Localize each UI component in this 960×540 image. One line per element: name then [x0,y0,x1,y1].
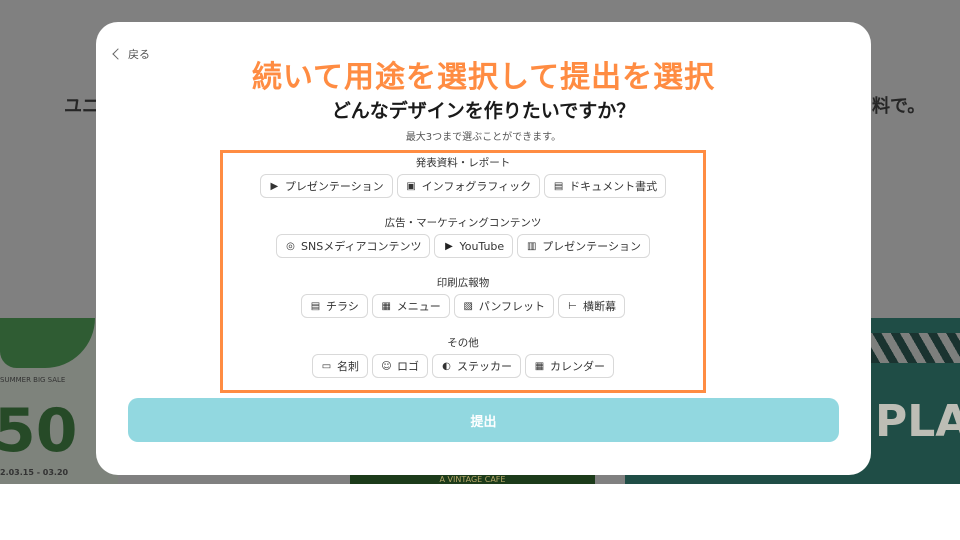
option-label: メニュー [396,300,441,313]
option-label: 名刺 [337,360,359,373]
youtube-icon: ▶ [445,240,453,252]
instruction-annotation: 続いて用途を選択して提出を選択 [251,60,716,95]
modal-subtitle: 最大3つまで選ぶことができます。 [405,132,562,143]
background-text-right: 料で。 [872,96,926,117]
options-highlight-box: 発表資料・レポート ▶ プレゼンテーション ▣ インフォグラフィック ▤ ドキュメント書式広… [220,150,706,393]
option-button[interactable]: ▧ パンフレット [453,294,554,318]
option-button[interactable]: ◎ SNSメディアコンテンツ [276,234,431,258]
category-group: 広告・マーケティングコンテンツ ◎ SNSメディアコンテンツ ▶ YouTube ▥ プレゼ… [223,216,703,258]
option-row: ◎ SNSメディアコンテンツ ▶ YouTube ▥ プレゼンテーション [223,234,703,258]
option-label: チラシ [325,300,359,313]
pamphlet-icon: ▧ [463,300,473,312]
design-purpose-modal: 戻る 続いて用途を選択して提出を選択 どんなデザインを作りたいですか？ 最大3つ… [96,22,871,475]
option-button[interactable]: ▤ チラシ [300,294,368,318]
thumb-date-text: 2.03.15 - 03.20 [0,468,69,477]
option-label: ドキュメント書式 [569,180,658,193]
option-label: プレゼンテーション [542,240,641,253]
thumb-percent-text: 50 [0,396,78,466]
presentation-icon: ▥ [526,240,537,252]
category-group: 印刷広報物 ▤ チラシ ▦ メニュー ▧ パンフレット ⊢ 横断幕 [223,276,703,318]
thumb-plan-text: PLAN [875,396,960,447]
smile-icon: ☺ [381,360,392,372]
flyer-icon: ▤ [310,300,321,312]
category-label: 発表資料・レポート [415,157,511,169]
document-icon: ▤ [553,180,564,192]
banner-icon: ⊢ [568,300,577,312]
option-button[interactable]: ▦ カレンダー [525,354,614,378]
sticker-icon: ◐ [442,360,451,372]
option-label: カレンダー [550,360,605,373]
background-text-left: ユニ [64,96,100,117]
option-button[interactable]: ▦ メニュー [371,294,450,318]
category-group: 発表資料・レポート ▶ プレゼンテーション ▣ インフォグラフィック ▤ ドキュメント書式 [223,156,703,198]
option-button[interactable]: ▭ 名刺 [312,354,368,378]
option-button[interactable]: ▶ YouTube [434,234,514,258]
option-button[interactable]: ▥ プレゼンテーション [517,234,650,258]
option-label: パンフレット [478,300,545,313]
option-button[interactable]: ▣ インフォグラフィック [396,174,541,198]
menu-icon: ▦ [381,300,391,312]
option-button[interactable]: ▤ ドキュメント書式 [544,174,667,198]
category-group: その他 ▭ 名刺 ☺ ロゴ ◐ ステッカー ▦ カレンダー [223,336,703,378]
template-thumbnail-cafe: A VINTAGE CAFE [350,475,595,484]
thumb-sale-text: SUMMER BIG SALE [0,376,66,384]
calendar-icon: ▦ [534,360,545,372]
option-button[interactable]: ▶ プレゼンテーション [259,174,393,198]
option-label: ロゴ [397,360,419,373]
option-button[interactable]: ☺ ロゴ [372,354,428,378]
category-label: 印刷広報物 [436,277,490,289]
instagram-icon: ◎ [286,240,295,252]
option-label: プレゼンテーション [284,180,384,193]
option-button[interactable]: ⊢ 横断幕 [558,294,625,318]
option-label: 横断幕 [583,300,616,313]
option-row: ▶ プレゼンテーション ▣ インフォグラフィック ▤ ドキュメント書式 [223,174,703,198]
category-label: その他 [447,337,479,349]
submit-button[interactable]: 提出 [128,398,839,442]
option-row: ▤ チラシ ▦ メニュー ▧ パンフレット ⊢ 横断幕 [223,294,703,318]
option-label: YouTube [459,239,505,253]
option-label: インフォグラフィック [421,180,532,193]
option-label: SNSメディアコンテンツ [301,240,422,253]
modal-title: どんなデザインを作りたいですか？ [331,100,636,122]
option-row: ▭ 名刺 ☺ ロゴ ◐ ステッカー ▦ カレンダー [223,354,703,378]
option-button[interactable]: ◐ ステッカー [432,354,521,378]
category-label: 広告・マーケティングコンテンツ [384,217,542,229]
card-icon: ▭ [321,360,332,372]
play-icon: ▶ [270,180,279,192]
option-label: ステッカー [457,360,512,373]
image-icon: ▣ [406,180,416,192]
